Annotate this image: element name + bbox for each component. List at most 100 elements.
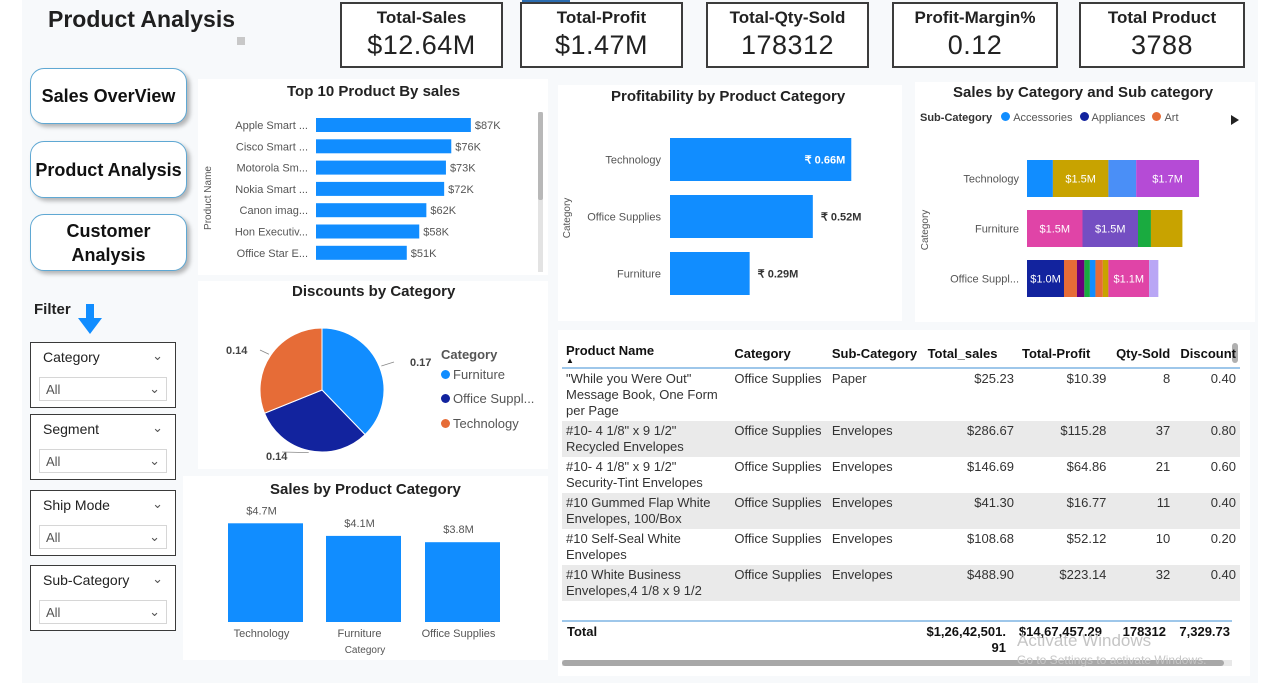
chevron-down-icon[interactable]: ⌄ xyxy=(152,571,163,587)
legend-label: Technology xyxy=(453,416,519,431)
table-cell: Office Supplies xyxy=(730,421,828,457)
sales-category-data-label: $4.1M xyxy=(344,518,375,530)
table-cell: #10 Self-Seal White Envelopes xyxy=(566,531,681,562)
table-cell: 0.40 xyxy=(1174,493,1240,529)
subcat-bar-segment[interactable] xyxy=(1089,260,1096,297)
chevron-down-icon[interactable]: ⌄ xyxy=(152,496,163,512)
kpi-total-product: Total Product 3788 xyxy=(1079,2,1245,68)
furniture-legend-dot xyxy=(441,370,450,379)
subcat-bar-segment[interactable] xyxy=(1027,160,1053,197)
table-row[interactable]: #10- 4 1/8" x 9 1/2" Recycled Envelopes O… xyxy=(562,421,1240,457)
art-legend-label: Art xyxy=(1164,112,1179,124)
column-header[interactable]: Total-Profit xyxy=(1018,339,1111,369)
subcat-bar-segment[interactable] xyxy=(1064,260,1077,297)
table-cell: 0.40 xyxy=(1210,371,1236,386)
top10-data-label: $76K xyxy=(455,141,481,153)
subcat-bar-segment[interactable] xyxy=(1084,260,1090,297)
table-cell: Envelopes xyxy=(831,459,893,474)
table-header-row: Product Name ▲ Category Sub-Category Tota… xyxy=(562,339,1240,369)
customer-analysis-button[interactable]: Customer Analysis xyxy=(30,214,187,271)
table-cell: #10 White Business Envelopes,4 1/8 x 9 1… xyxy=(562,565,731,601)
sales-category-bar[interactable] xyxy=(326,535,401,622)
category-filter[interactable]: Category ⌄ All ⌄ xyxy=(30,342,176,408)
subcat-bar-segment[interactable] xyxy=(1150,210,1183,247)
category-select[interactable]: All ⌄ xyxy=(39,377,167,401)
sales-category-x-axis-title: Category xyxy=(345,645,386,656)
top10-data-label: $73K xyxy=(450,163,476,175)
table-row[interactable]: #10 Self-Seal White Envelopes Office Supp… xyxy=(562,529,1240,565)
chevron-down-icon[interactable]: ⌄ xyxy=(149,529,160,545)
top10-chart: Product Name Apple Smart ... $87K Cisco Sm… xyxy=(203,112,543,272)
profitability-title: Profitability by Product Category xyxy=(611,88,846,105)
profitability-bar[interactable] xyxy=(670,195,813,238)
subcat-data-label: $1.7M xyxy=(1152,174,1183,186)
subcat-bar-segment[interactable] xyxy=(1102,260,1109,297)
art-legend-dot xyxy=(1152,112,1162,121)
top10-bar[interactable] xyxy=(316,139,452,154)
sub-category-select[interactable]: All ⌄ xyxy=(39,600,167,624)
pie-leader-line xyxy=(381,361,395,367)
sub-category-filter[interactable]: Sub-Category ⌄ All ⌄ xyxy=(30,565,176,631)
subcat-data-label: $1.5M xyxy=(1039,224,1070,236)
table-cell: Envelopes xyxy=(827,493,924,529)
subcat-y-axis-title: Category xyxy=(920,210,931,251)
top10-bar[interactable] xyxy=(316,160,446,175)
table-cell: Office Supplies xyxy=(734,459,822,474)
top10-data-label: $58K xyxy=(423,227,449,239)
chevron-down-icon[interactable]: ⌄ xyxy=(152,420,163,436)
kpi-value: 178312 xyxy=(740,30,835,60)
top10-bar[interactable] xyxy=(316,245,407,260)
top10-bar[interactable] xyxy=(316,181,445,196)
sales-overview-button[interactable]: Sales OverView xyxy=(30,68,187,124)
filter-title: Sub-Category xyxy=(43,572,130,588)
arrow-down-icon xyxy=(78,304,102,334)
subcat-bar-segment[interactable] xyxy=(1149,260,1159,297)
top10-bar[interactable] xyxy=(316,203,427,218)
filter-value: All xyxy=(46,605,61,620)
segment-select[interactable]: All ⌄ xyxy=(39,449,167,473)
chevron-down-icon[interactable]: ⌄ xyxy=(152,348,163,364)
subcat-title: Sales by Category and Sub category xyxy=(953,84,1214,101)
kpi-total-qty-sold: Total-Qty-Sold 178312 xyxy=(706,2,869,68)
subcat-bar-segment[interactable] xyxy=(1095,260,1103,297)
table-row[interactable]: #10 Gummed Flap White Envelopes, 100/Box… xyxy=(562,493,1240,529)
top10-bar[interactable] xyxy=(316,118,471,132)
profitability-bar[interactable] xyxy=(670,252,750,295)
subcat-bar-segment[interactable] xyxy=(1108,160,1137,197)
table-total-label: Total xyxy=(567,624,598,639)
column-header[interactable]: Total_sales xyxy=(923,339,1019,369)
ship-mode-filter[interactable]: Ship Mode ⌄ All ⌄ xyxy=(30,490,176,556)
table-cell: Office Supplies xyxy=(730,493,828,529)
column-header[interactable]: Category xyxy=(730,339,828,369)
top10-scrollbar[interactable] xyxy=(538,112,543,200)
table-cell: Office Supplies xyxy=(730,565,828,601)
subcat-data-label: $1.1M xyxy=(1113,274,1144,286)
table-row[interactable]: #10- 4 1/8" x 9 1/2" Security-Tint Envel… xyxy=(562,457,1240,493)
chevron-down-icon[interactable]: ⌄ xyxy=(149,604,160,620)
technology-legend-item: Technology xyxy=(441,416,519,431)
filter-title: Ship Mode xyxy=(43,497,110,513)
subcat-bar-segment[interactable] xyxy=(1076,260,1085,297)
table-row-partial xyxy=(562,601,1240,607)
column-header[interactable]: Product Name ▲ xyxy=(562,339,731,369)
table-row[interactable]: "While you Were Out" Message Book, One F… xyxy=(562,368,1240,421)
table-cell: 37 xyxy=(1110,421,1175,457)
sales-category-bar[interactable] xyxy=(425,542,500,622)
subcat-bar-segment[interactable] xyxy=(1138,210,1151,247)
chevron-down-icon[interactable]: ⌄ xyxy=(149,381,160,397)
product-analysis-button[interactable]: Product Analysis xyxy=(30,141,187,198)
top10-bar[interactable] xyxy=(316,224,420,239)
table-cell: $64.86 xyxy=(1066,459,1107,474)
top10-y-tick: Motorola Sm... xyxy=(236,163,308,175)
kpi-value: $1.47M xyxy=(554,30,649,60)
table-row[interactable]: #10 White Business Envelopes,4 1/8 x 9 1… xyxy=(562,565,1240,601)
column-header[interactable]: Discount xyxy=(1174,339,1240,369)
sales-category-bar[interactable] xyxy=(228,523,303,622)
legend-next-icon[interactable] xyxy=(1230,114,1240,126)
ship-mode-select[interactable]: All ⌄ xyxy=(39,525,167,549)
column-header[interactable]: Qty-Sold xyxy=(1110,339,1175,369)
chevron-down-icon[interactable]: ⌄ xyxy=(149,453,160,469)
column-header[interactable]: Sub-Category xyxy=(827,339,924,369)
segment-filter[interactable]: Segment ⌄ All ⌄ xyxy=(30,414,176,480)
subcat-data-label: $1.5M xyxy=(1065,174,1096,186)
